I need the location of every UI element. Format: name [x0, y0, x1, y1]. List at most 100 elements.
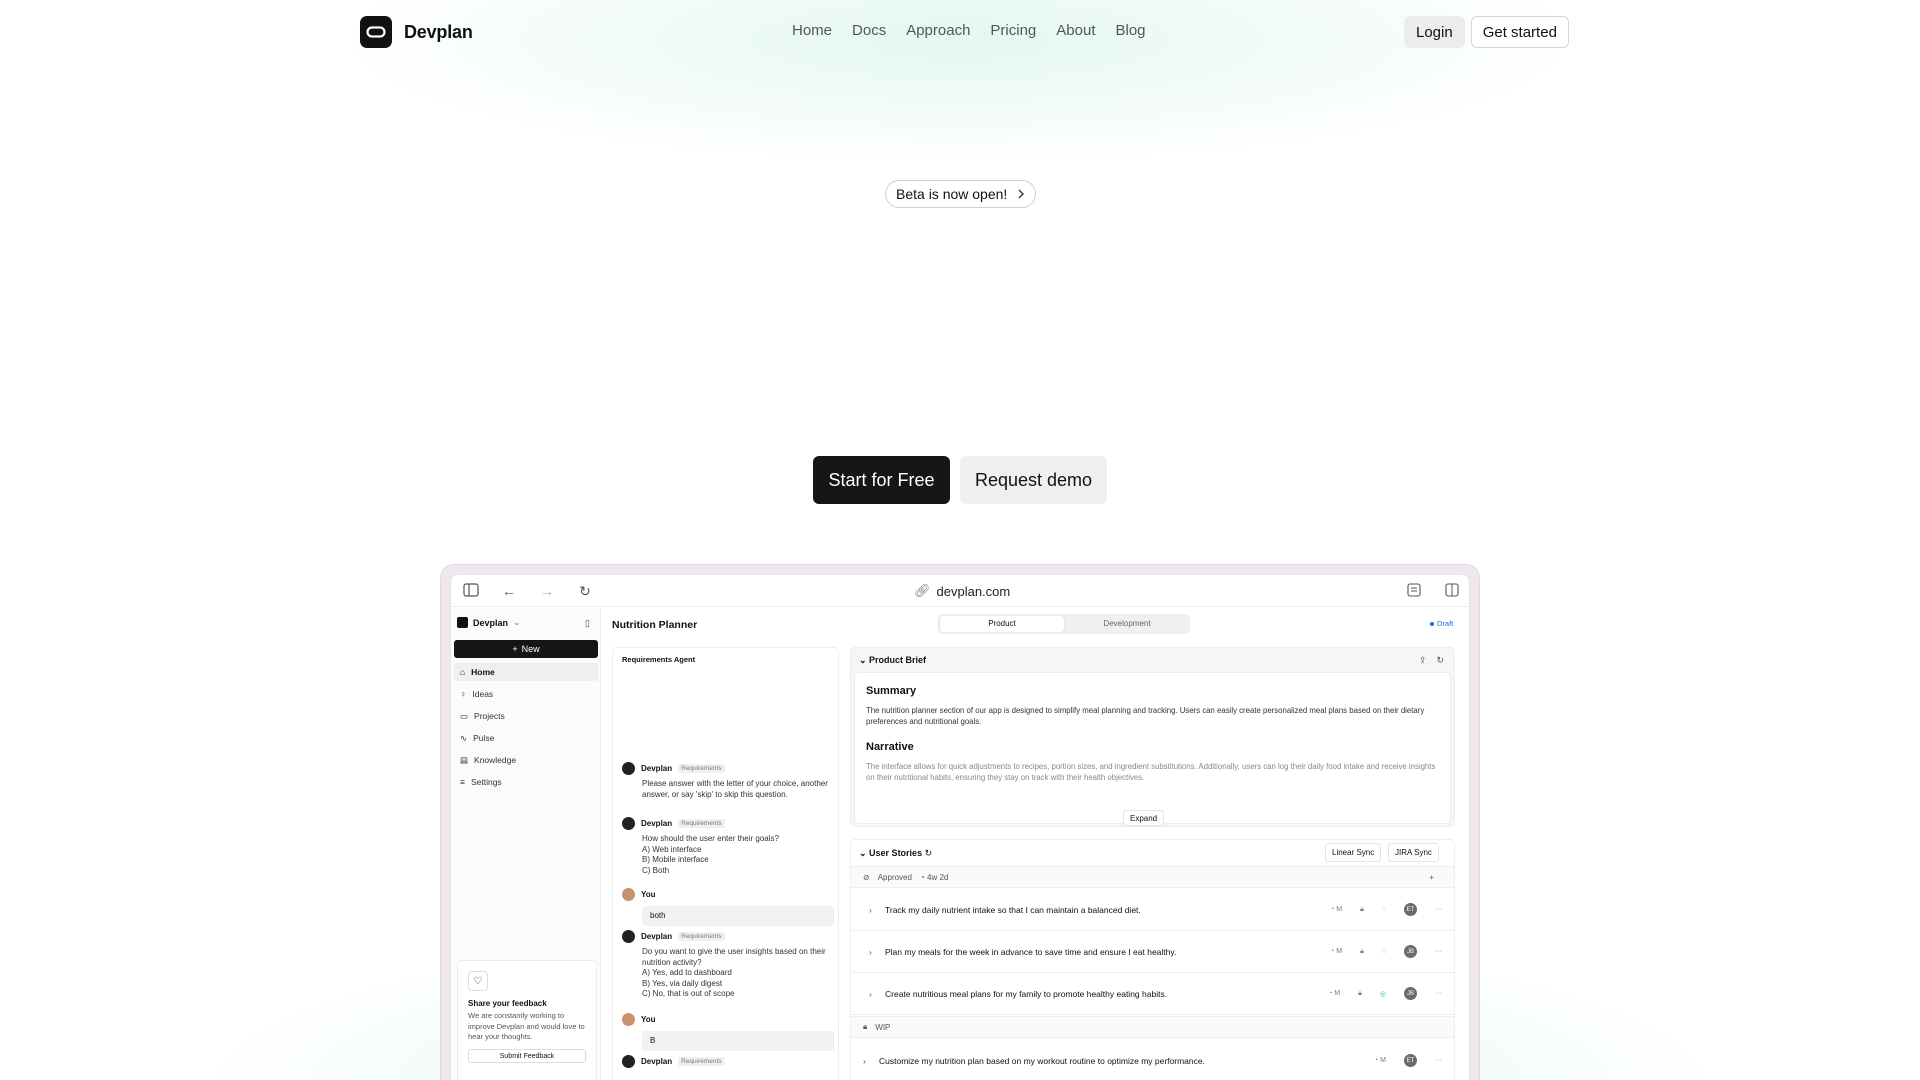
login-button[interactable]: Login [1404, 16, 1465, 48]
size-badge: ◔ M [1328, 990, 1341, 997]
nav-blog[interactable]: Blog [1115, 22, 1145, 39]
stories-header[interactable]: ⌄ User Stories ↻ [859, 848, 932, 859]
product-brief: ⌄ Product Brief ⇪ ↻ Summary The nutritio… [850, 647, 1455, 827]
nav-pricing[interactable]: Pricing [990, 22, 1036, 39]
back-arrow-icon[interactable]: ← [501, 583, 517, 599]
brief-content: Summary The nutrition planner section of… [854, 672, 1451, 826]
new-button[interactable]: + New [454, 640, 598, 658]
message-reply: B [642, 1031, 834, 1051]
table-row[interactable]: › Create nutritious meal plans for my fa… [851, 973, 1454, 1015]
table-row[interactable]: › Customize my nutrition plan based on m… [851, 1040, 1454, 1080]
sidebar-item-settings[interactable]: ≡ Settings [454, 773, 598, 791]
nav-approach[interactable]: Approach [906, 22, 970, 39]
chat-header: Requirements Agent [622, 655, 696, 664]
message-text: How should the user enter their goals? A… [642, 834, 779, 875]
message-tag: Requirements [678, 764, 725, 773]
tab-product[interactable]: Product [940, 616, 1064, 632]
table-row[interactable]: › Plan my meals for the week in advance … [851, 931, 1454, 973]
sidebar-item-knowledge[interactable]: ▤ Knowledge [454, 751, 598, 769]
address-bar[interactable]: 🔗︎ devplan.com [914, 583, 1010, 599]
workspace-name: Devplan [473, 617, 509, 628]
lock-icon: 🔒︎ [1360, 905, 1364, 913]
nav-about[interactable]: About [1056, 22, 1095, 39]
message-text: Do you want to give the user insights ba… [642, 947, 826, 998]
chat-message: Devplan Requirements How should the user … [622, 817, 834, 876]
nav-home[interactable]: Home [792, 22, 832, 39]
refresh-icon[interactable]: ↻ [1436, 655, 1444, 666]
beta-text: Beta is now open! [896, 186, 1008, 202]
sidebar-item-ideas[interactable]: ♀ Ideas [454, 685, 598, 703]
sidebar-item-projects[interactable]: ▭ Projects [454, 707, 598, 725]
logo-icon [360, 16, 392, 48]
message-tag: Requirements [678, 819, 725, 828]
table-row[interactable]: › Track my daily nutrient intake so that… [851, 889, 1454, 931]
group-wip[interactable]: 🔒︎ WIP [851, 1016, 1454, 1038]
forward-arrow-icon[interactable]: → [539, 583, 555, 599]
more-icon[interactable]: ··· [1435, 948, 1442, 955]
message-reply: both [642, 906, 834, 926]
check-circle-icon: ⊘ [863, 872, 870, 882]
avatar: JB [1404, 987, 1417, 1000]
brand-name: Devplan [404, 21, 473, 42]
more-icon[interactable]: ··· [1435, 990, 1442, 997]
tab-development[interactable]: Development [1066, 616, 1188, 632]
page-title: Nutrition Planner [612, 619, 698, 631]
status-icon: ◌ [1381, 948, 1386, 955]
book-icon: ▤ [460, 754, 469, 765]
story-meta: ◔ M 🔒︎ ◌ ET ··· [1330, 903, 1442, 916]
request-demo-button[interactable]: Request demo [960, 456, 1107, 504]
chevron-right-icon[interactable]: › [863, 1056, 879, 1066]
chevron-right-icon[interactable]: › [869, 905, 885, 915]
reader-icon[interactable] [1406, 583, 1422, 599]
message-author: Devplan [641, 932, 673, 941]
story-meta: ◔ M ET ··· [1374, 1054, 1442, 1067]
nav-docs[interactable]: Docs [852, 22, 886, 39]
start-free-button[interactable]: Start for Free [813, 456, 950, 504]
get-started-button[interactable]: Get started [1470, 16, 1569, 48]
add-icon[interactable]: + [1429, 873, 1434, 882]
group-approved[interactable]: ⊘ Approved ◔ 4w 2d + [851, 866, 1454, 888]
brief-actions: ⇪ ↻ [1419, 655, 1444, 666]
message-author: Devplan [641, 819, 673, 828]
sidebar-item-home[interactable]: ⌂ Home [454, 663, 598, 681]
brand-logo[interactable]: Devplan [360, 16, 473, 48]
export-icon[interactable]: ⇪ [1419, 655, 1427, 666]
linear-sync-button[interactable]: Linear Sync [1325, 843, 1382, 862]
more-icon[interactable]: ··· [1435, 906, 1442, 913]
chevron-right-icon[interactable]: › [869, 989, 885, 999]
devplan-avatar [622, 817, 635, 830]
group-age: ◔ 4w 2d [919, 872, 949, 882]
message-author: You [641, 1015, 656, 1024]
lightbulb-icon: ♀ [460, 689, 467, 699]
user-avatar [622, 1013, 635, 1026]
lock-icon: 🔒︎ [1360, 947, 1364, 955]
expand-button[interactable]: Expand [1123, 810, 1165, 826]
beta-badge[interactable]: Beta is now open! [885, 180, 1037, 208]
avatar: JB [1404, 945, 1417, 958]
jira-sync-button[interactable]: JIRA Sync [1388, 843, 1439, 862]
size-value: M [1336, 906, 1343, 913]
chat-message: Devplan Requirements Do you want to give … [622, 930, 834, 1000]
story-meta: ◔ M 🔒︎ ◎ JB ··· [1328, 987, 1442, 1000]
message-author: Devplan [641, 764, 673, 773]
collapse-sidebar-icon[interactable]: ▯ [585, 618, 590, 629]
chevron-right-icon [1017, 186, 1025, 202]
brief-header[interactable]: ⌄ Product Brief [859, 655, 926, 666]
chevron-right-icon[interactable]: › [869, 947, 885, 957]
workspace-switcher[interactable]: Devplan ⌄ [457, 617, 521, 628]
status-icon: ◌ [1381, 906, 1386, 913]
more-icon[interactable]: ··· [1435, 1057, 1442, 1064]
requirements-chat: Requirements Agent Devplan Requirements P… [612, 647, 839, 1080]
lock-icon: 🔒︎ [863, 1022, 868, 1031]
status-dot-icon [1430, 621, 1434, 626]
split-view-icon[interactable] [1444, 583, 1460, 599]
sidebar-item-pulse[interactable]: ∿ Pulse [454, 729, 598, 747]
size-value: M [1336, 948, 1343, 955]
sidebar-toggle-icon[interactable] [463, 583, 479, 599]
submit-feedback-button[interactable]: Submit Feedback [468, 1048, 586, 1063]
sync-icon[interactable]: ↻ [925, 848, 933, 858]
summary-heading: Summary [866, 685, 917, 697]
summary-text: The nutrition planner section of our app… [866, 706, 1425, 726]
browser-toolbar: ← → ↻ 🔗︎ devplan.com [451, 575, 1469, 607]
reload-icon[interactable]: ↻ [577, 583, 593, 599]
